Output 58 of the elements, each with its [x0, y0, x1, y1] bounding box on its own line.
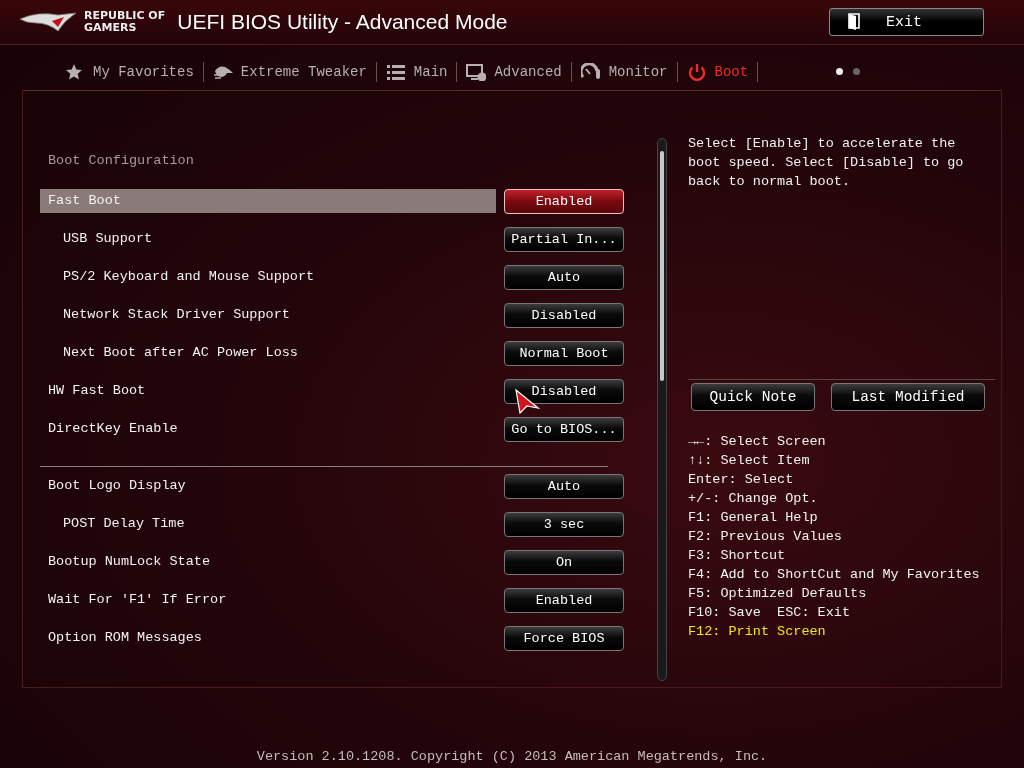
monitor-icon	[466, 62, 487, 81]
last-modified-button[interactable]: Last Modified	[831, 383, 985, 411]
setting-label[interactable]: Wait For 'F1' If Error	[40, 588, 496, 612]
section-title: Boot Configuration	[47, 152, 195, 170]
option-button[interactable]: Auto	[504, 473, 624, 499]
gauge-icon	[580, 62, 601, 81]
option-button[interactable]: Go to BIOS...	[504, 416, 624, 442]
key-hint: F12: Print Screen	[688, 623, 827, 641]
setting-label[interactable]: POST Delay Time	[40, 512, 496, 536]
option-button[interactable]: Force BIOS	[504, 625, 624, 651]
option-button[interactable]: Normal Boot	[504, 340, 624, 366]
option-button[interactable]: Enabled	[504, 188, 624, 214]
exit-button[interactable]: Exit	[829, 8, 984, 36]
tab[interactable]: My Favorites	[56, 61, 204, 82]
window-title: UEFI BIOS Utility - Advanced Mode	[177, 10, 508, 34]
help-text: Select [Enable] to accelerate the boot speed. Select [Disable] to go back to normal boot.	[688, 135, 965, 191]
setting-label[interactable]: Next Boot after AC Power Loss	[40, 341, 496, 365]
page-dot[interactable]	[853, 68, 861, 75]
setting-label[interactable]: HW Fast Boot	[40, 379, 496, 403]
setting-label[interactable]: Bootup NumLock State	[40, 550, 496, 574]
logo-text: GAMERS	[84, 22, 138, 34]
power-icon	[686, 62, 707, 81]
quick-note-button[interactable]: Quick Note	[691, 383, 815, 411]
key-hint: F3: Shortcut	[688, 547, 787, 565]
tab[interactable]: Extreme Tweaker	[203, 61, 377, 82]
key-hint: F10: Save ESC: Exit	[688, 604, 852, 622]
option-button[interactable]: On	[504, 549, 624, 575]
setting-label[interactable]: DirectKey Enable	[40, 417, 496, 441]
door-icon	[848, 13, 860, 31]
option-button[interactable]: Disabled	[504, 302, 624, 328]
scrollbar-thumb[interactable]	[660, 151, 664, 381]
option-button[interactable]: Partial In...	[504, 226, 624, 252]
setting-label[interactable]: Network Stack Driver Support	[40, 303, 496, 327]
version-text: Version 2.10.1208. Copyright (C) 2013 American Megatrends, Inc.	[256, 749, 768, 764]
setting-label[interactable]: PS/2 Keyboard and Mouse Support	[40, 265, 496, 289]
list-icon	[385, 62, 406, 81]
key-hint: F2: Previous Values	[688, 528, 843, 546]
option-button[interactable]: Auto	[504, 264, 624, 290]
key-hint: F1: General Help	[688, 509, 819, 527]
setting-label[interactable]: USB Support	[40, 227, 496, 251]
tab[interactable]: Boot	[677, 61, 759, 82]
scrollbar[interactable]	[657, 138, 667, 681]
option-button[interactable]: 3 sec	[504, 511, 624, 537]
logo-text: REPUBLIC OF	[84, 10, 166, 22]
key-hint: F5: Optimized Defaults	[688, 585, 868, 603]
page-dot[interactable]	[836, 68, 844, 75]
key-hint: F4: Add to ShortCut and My Favorites	[688, 566, 981, 584]
tab[interactable]: Monitor	[571, 61, 678, 82]
key-hint: +/-: Change Opt.	[688, 490, 819, 508]
tab[interactable]: Main	[376, 61, 458, 82]
setting-label[interactable]: Boot Logo Display	[40, 474, 496, 498]
option-button[interactable]: Enabled	[504, 587, 624, 613]
key-hint: Enter: Select	[688, 471, 795, 489]
key-hint: ↑↓: Select Item	[688, 452, 811, 470]
key-hint: →←: Select Screen	[688, 433, 827, 451]
setting-label[interactable]: Option ROM Messages	[40, 626, 496, 650]
setting-label[interactable]: Fast Boot	[40, 189, 496, 213]
tab[interactable]: Advanced	[457, 61, 572, 82]
